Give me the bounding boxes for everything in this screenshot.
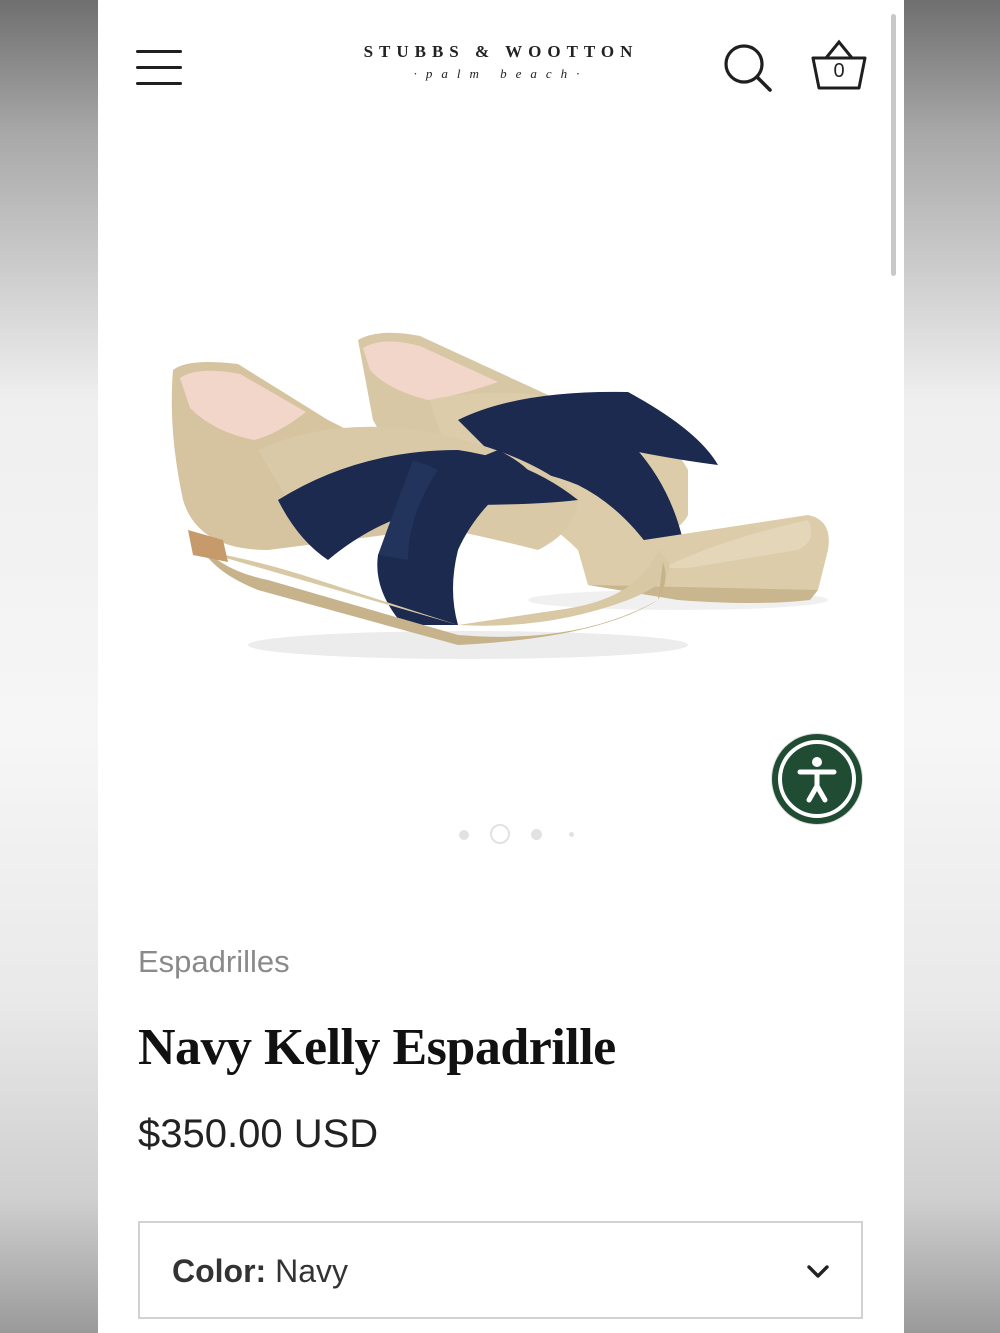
product-title: Navy Kelly Espadrille (138, 1019, 616, 1076)
carousel-dot[interactable] (459, 830, 469, 840)
cart-button[interactable]: 0 (808, 38, 870, 94)
brand-tagline: ·palm beach· (413, 66, 589, 81)
accessibility-button[interactable] (772, 734, 862, 824)
carousel-dot-active[interactable] (490, 824, 510, 844)
carousel-dots (98, 824, 904, 844)
product-price: $350.00 USD (138, 1112, 379, 1156)
carousel-dot[interactable] (531, 829, 542, 840)
color-select[interactable]: Color: Navy (138, 1221, 863, 1319)
search-icon[interactable] (722, 42, 774, 94)
brand-name: STUBBS & WOOTTON (363, 42, 639, 61)
product-category[interactable]: Espadrilles (138, 944, 290, 980)
color-select-label: Color: Navy (172, 1253, 348, 1290)
carousel-dot[interactable] (569, 832, 574, 837)
cart-count: 0 (833, 60, 845, 82)
product-image[interactable] (158, 300, 848, 700)
backdrop-right (904, 0, 1000, 1333)
color-value: Navy (275, 1253, 348, 1289)
hamburger-menu-icon[interactable] (136, 48, 184, 88)
mobile-page: STUBBS & WOOTTON ·palm beach· 0 Espadril… (98, 0, 904, 1333)
color-label: Color: (172, 1253, 267, 1289)
brand-logo[interactable]: STUBBS & WOOTTON ·palm beach· (328, 42, 674, 82)
backdrop-left (0, 0, 98, 1333)
chevron-down-icon (807, 1265, 829, 1278)
accessibility-person-icon (778, 740, 856, 818)
site-header: STUBBS & WOOTTON ·palm beach· 0 (98, 0, 904, 130)
